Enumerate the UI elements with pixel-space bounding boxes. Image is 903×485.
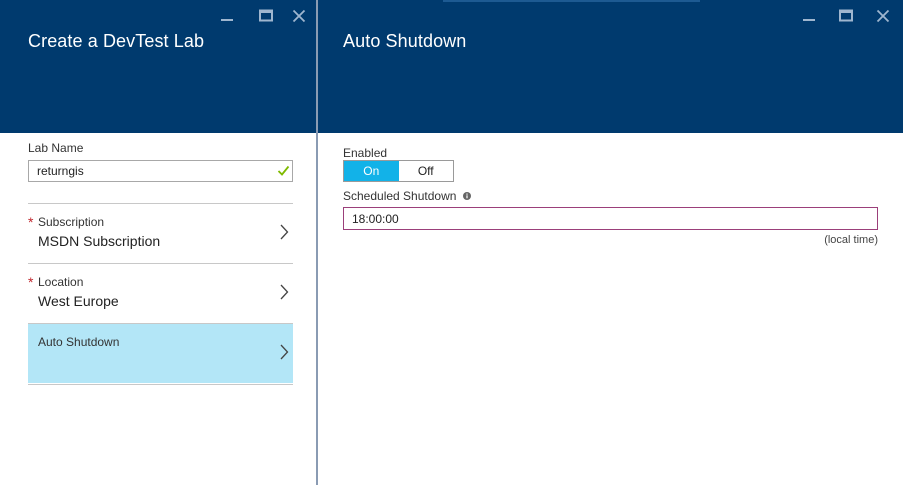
create-lab-header: Create a DevTest Lab: [0, 0, 316, 133]
location-label: Location: [38, 275, 84, 289]
close-icon[interactable]: [290, 7, 308, 25]
maximize-icon[interactable]: [257, 7, 275, 25]
auto-shutdown-title: Auto Shutdown: [343, 31, 467, 51]
auto-shutdown-label: Auto Shutdown: [38, 335, 120, 349]
required-mark: *: [28, 214, 34, 230]
location-value: West Europe: [38, 293, 119, 309]
toggle-off-option[interactable]: Off: [399, 161, 454, 181]
close-icon[interactable]: [874, 7, 892, 25]
subscription-item[interactable]: * Subscription MSDN Subscription: [28, 203, 293, 263]
subscription-label: Subscription: [38, 215, 105, 229]
subscription-value: MSDN Subscription: [38, 233, 161, 249]
list-divider: [28, 384, 293, 385]
local-time-hint: (local time): [824, 234, 878, 246]
shutdown-time-input[interactable]: [343, 207, 878, 230]
auto-shutdown-blade: Auto Shutdown Enabled On Off Scheduled S…: [318, 0, 903, 485]
check-icon: [277, 165, 290, 176]
info-icon[interactable]: [462, 192, 471, 200]
scheduled-shutdown-label: Scheduled Shutdown: [343, 189, 457, 203]
auto-shutdown-header: Auto Shutdown: [318, 0, 903, 133]
location-item[interactable]: * Location West Europe: [28, 263, 293, 323]
lab-name-label: Lab Name: [28, 141, 84, 155]
header-topline: [443, 0, 700, 2]
auto-shutdown-item[interactable]: Auto Shutdown: [28, 323, 293, 383]
minimize-icon[interactable]: [800, 7, 818, 25]
required-mark: *: [28, 274, 34, 290]
chevron-right-icon: [280, 224, 289, 240]
chevron-right-icon: [280, 344, 289, 360]
toggle-on-option[interactable]: On: [344, 161, 399, 181]
auto-shutdown-form: Enabled On Off Scheduled Shutdown (local…: [318, 133, 903, 485]
chevron-right-icon: [280, 284, 289, 300]
scheduled-shutdown-label-wrap: Scheduled Shutdown: [343, 189, 471, 203]
lab-name-input[interactable]: [28, 160, 293, 182]
enabled-label: Enabled: [343, 146, 388, 160]
create-lab-title: Create a DevTest Lab: [28, 31, 205, 51]
maximize-icon[interactable]: [837, 7, 855, 25]
create-lab-form: Lab Name * Subscription MSDN Subscriptio…: [0, 133, 316, 485]
minimize-icon[interactable]: [218, 7, 236, 25]
enabled-toggle[interactable]: On Off: [343, 160, 454, 182]
create-lab-blade: Create a DevTest Lab Lab Name * Subscrip…: [0, 0, 316, 485]
